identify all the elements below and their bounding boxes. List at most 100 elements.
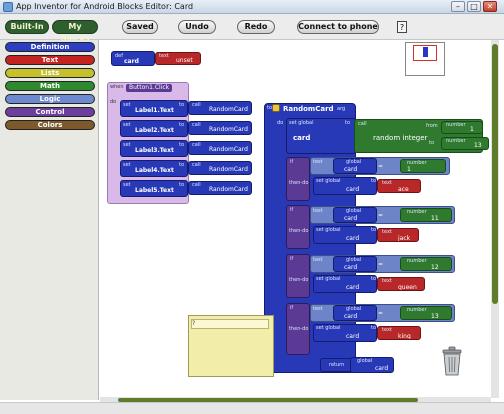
global-keyword: global <box>357 358 373 364</box>
drawer-text[interactable]: Text <box>5 55 95 65</box>
saved-button[interactable]: Saved <box>122 20 158 34</box>
call-randomcard-block[interactable]: call RandomCard <box>188 121 252 135</box>
call-keyword: call <box>192 182 201 188</box>
undo-button[interactable]: Undo <box>178 20 216 34</box>
proc-name: RandomCard <box>209 186 248 193</box>
set-global-block[interactable]: set global card to <box>313 226 377 244</box>
text-block[interactable]: text king <box>377 326 421 340</box>
if-block[interactable]: if then-do <box>286 254 310 298</box>
event-name[interactable]: Button1.Click <box>126 84 173 92</box>
global-card-getter[interactable]: global card <box>333 256 377 272</box>
redo-button[interactable]: Redo <box>237 20 275 34</box>
number-value[interactable]: 11 <box>431 215 439 221</box>
global-card-getter[interactable]: global card <box>333 158 377 174</box>
number-block[interactable]: number 12 <box>400 257 452 271</box>
set-label5-block[interactable]: set Label5.Text to <box>120 180 188 197</box>
number-block[interactable]: number 1 <box>400 159 446 173</box>
call-randomcard-block[interactable]: call RandomCard <box>188 141 252 155</box>
text-value[interactable]: unset <box>176 57 193 64</box>
global-card-getter[interactable]: global card <box>350 357 394 373</box>
call-randomcard-block[interactable]: call RandomCard <box>188 181 252 195</box>
text-block[interactable]: text jack <box>377 228 419 242</box>
then-keyword: then-do <box>289 277 309 283</box>
proc-name[interactable]: RandomCard <box>283 105 334 113</box>
maximize-button[interactable]: □ <box>467 1 481 12</box>
if-keyword: if <box>290 159 294 165</box>
if-block[interactable]: if then-do <box>286 303 310 355</box>
set-label2-block[interactable]: set Label2.Text to <box>120 120 188 137</box>
text-block[interactable]: text queen <box>377 277 425 291</box>
global-keyword: global <box>346 306 362 312</box>
def-variable-block[interactable]: def card <box>111 51 155 66</box>
tab-my-blocks[interactable]: My Blocks <box>52 20 98 43</box>
text-keyword: text <box>382 229 392 235</box>
equals-operator: = <box>378 261 384 268</box>
text-block[interactable]: text ace <box>377 179 421 193</box>
number-value[interactable]: 13 <box>474 142 482 149</box>
number-value[interactable]: 1 <box>470 126 474 133</box>
var-name: card <box>344 166 358 173</box>
drawer-definition[interactable]: Definition <box>5 42 95 52</box>
drawer-colors[interactable]: Colors <box>5 120 95 130</box>
call-randomcard-block[interactable]: call RandomCard <box>188 101 252 115</box>
to-keyword: to <box>179 122 185 128</box>
help-button[interactable]: ? <box>397 21 407 33</box>
arg-keyword: arg <box>337 106 346 112</box>
equals-operator: = <box>378 212 384 219</box>
trash-icon[interactable] <box>441 346 463 376</box>
number-block[interactable]: number 13 <box>400 306 452 320</box>
text-block-unset[interactable]: text unset <box>155 52 201 65</box>
text-value[interactable]: jack <box>398 235 410 241</box>
minimize-button[interactable]: – <box>451 1 465 12</box>
global-card-getter[interactable]: global card <box>333 305 377 321</box>
drawer-math[interactable]: Math <box>5 81 95 91</box>
to-keyword: to <box>371 276 377 282</box>
set-global-block[interactable]: set global card to <box>313 275 377 293</box>
to-keyword: to <box>371 325 377 331</box>
text-value[interactable]: king <box>398 333 411 339</box>
number-value[interactable]: 1 <box>407 166 411 172</box>
set-label1-block[interactable]: set Label1.Text to <box>120 100 188 117</box>
global-keyword: global <box>346 257 362 263</box>
proc-name: RandomCard <box>209 126 248 133</box>
set-label4-block[interactable]: set Label4.Text to <box>120 160 188 177</box>
var-name: card <box>344 313 358 320</box>
call-keyword: call <box>192 142 201 148</box>
close-button[interactable]: ✕ <box>483 1 497 12</box>
comment-text[interactable]: ? <box>191 319 269 329</box>
number-value[interactable]: 12 <box>431 264 439 270</box>
then-keyword: then-do <box>289 326 309 332</box>
tab-built-in[interactable]: Built-In <box>5 20 49 34</box>
text-value[interactable]: ace <box>398 186 409 192</box>
if-block[interactable]: if then-do <box>286 157 310 201</box>
def-name[interactable]: card <box>124 58 139 65</box>
set-global-block[interactable]: set global card to <box>313 177 377 195</box>
set-global-card-block[interactable]: set global card to <box>286 118 356 154</box>
set-label3-block[interactable]: set Label3.Text to <box>120 140 188 157</box>
drawer-logic[interactable]: Logic <box>5 94 95 104</box>
call-randomcard-block[interactable]: call RandomCard <box>188 161 252 175</box>
text-value[interactable]: queen <box>398 284 417 290</box>
global-keyword: global <box>346 159 362 165</box>
set-global-block[interactable]: set global card to <box>313 324 377 342</box>
minimap-block-marker <box>423 47 428 57</box>
set-global-keyword: set global <box>316 325 341 331</box>
test-label: test <box>313 306 323 312</box>
label-target: Label4.Text <box>135 167 174 174</box>
number-keyword: number <box>446 122 466 128</box>
set-keyword: set <box>123 142 131 148</box>
connect-to-phone-button[interactable]: Connect to phone <box>297 20 379 34</box>
var-name: card <box>293 134 311 142</box>
call-keyword: call <box>192 102 201 108</box>
number-block-from[interactable]: number 1 <box>441 121 483 134</box>
app-icon <box>3 2 13 12</box>
number-block[interactable]: number 11 <box>400 208 452 222</box>
number-block-to[interactable]: number 13 <box>441 137 489 150</box>
global-card-getter[interactable]: global card <box>333 207 377 223</box>
drawer-lists[interactable]: Lists <box>5 68 95 78</box>
if-block[interactable]: if then-do <box>286 205 310 249</box>
vertical-scroll-thumb[interactable] <box>492 44 498 304</box>
number-value[interactable]: 13 <box>431 313 439 319</box>
if-keyword: if <box>290 305 294 311</box>
drawer-control[interactable]: Control <box>5 107 95 117</box>
